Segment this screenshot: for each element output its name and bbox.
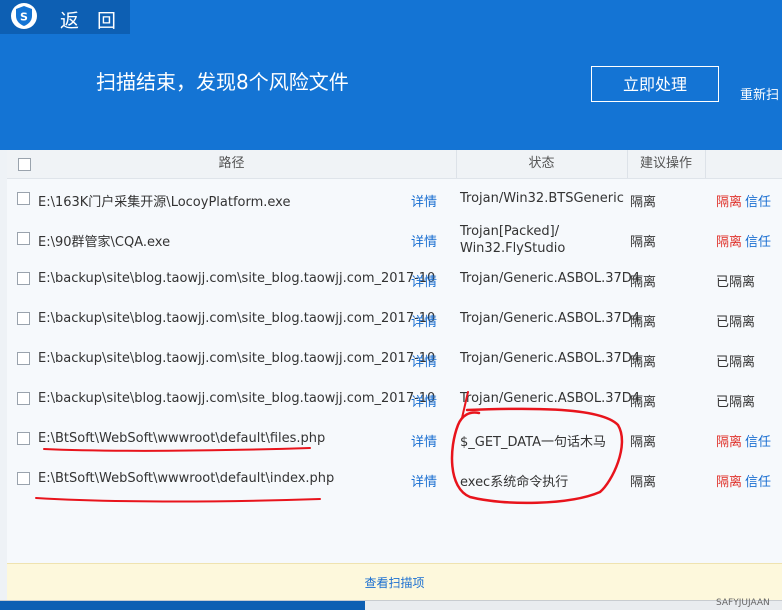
taskbar-label: SAFYJUJAAN <box>716 598 770 608</box>
red-annotation-marks <box>35 391 624 505</box>
underline-index-php <box>35 497 321 503</box>
circle-malicious-status <box>450 407 624 505</box>
scan-result-window: S 返 回 扫描结束，发现8个风险文件 立即处理 重新扫 路径 状态 建议操作 … <box>0 0 782 600</box>
underline-files-php <box>43 447 311 452</box>
